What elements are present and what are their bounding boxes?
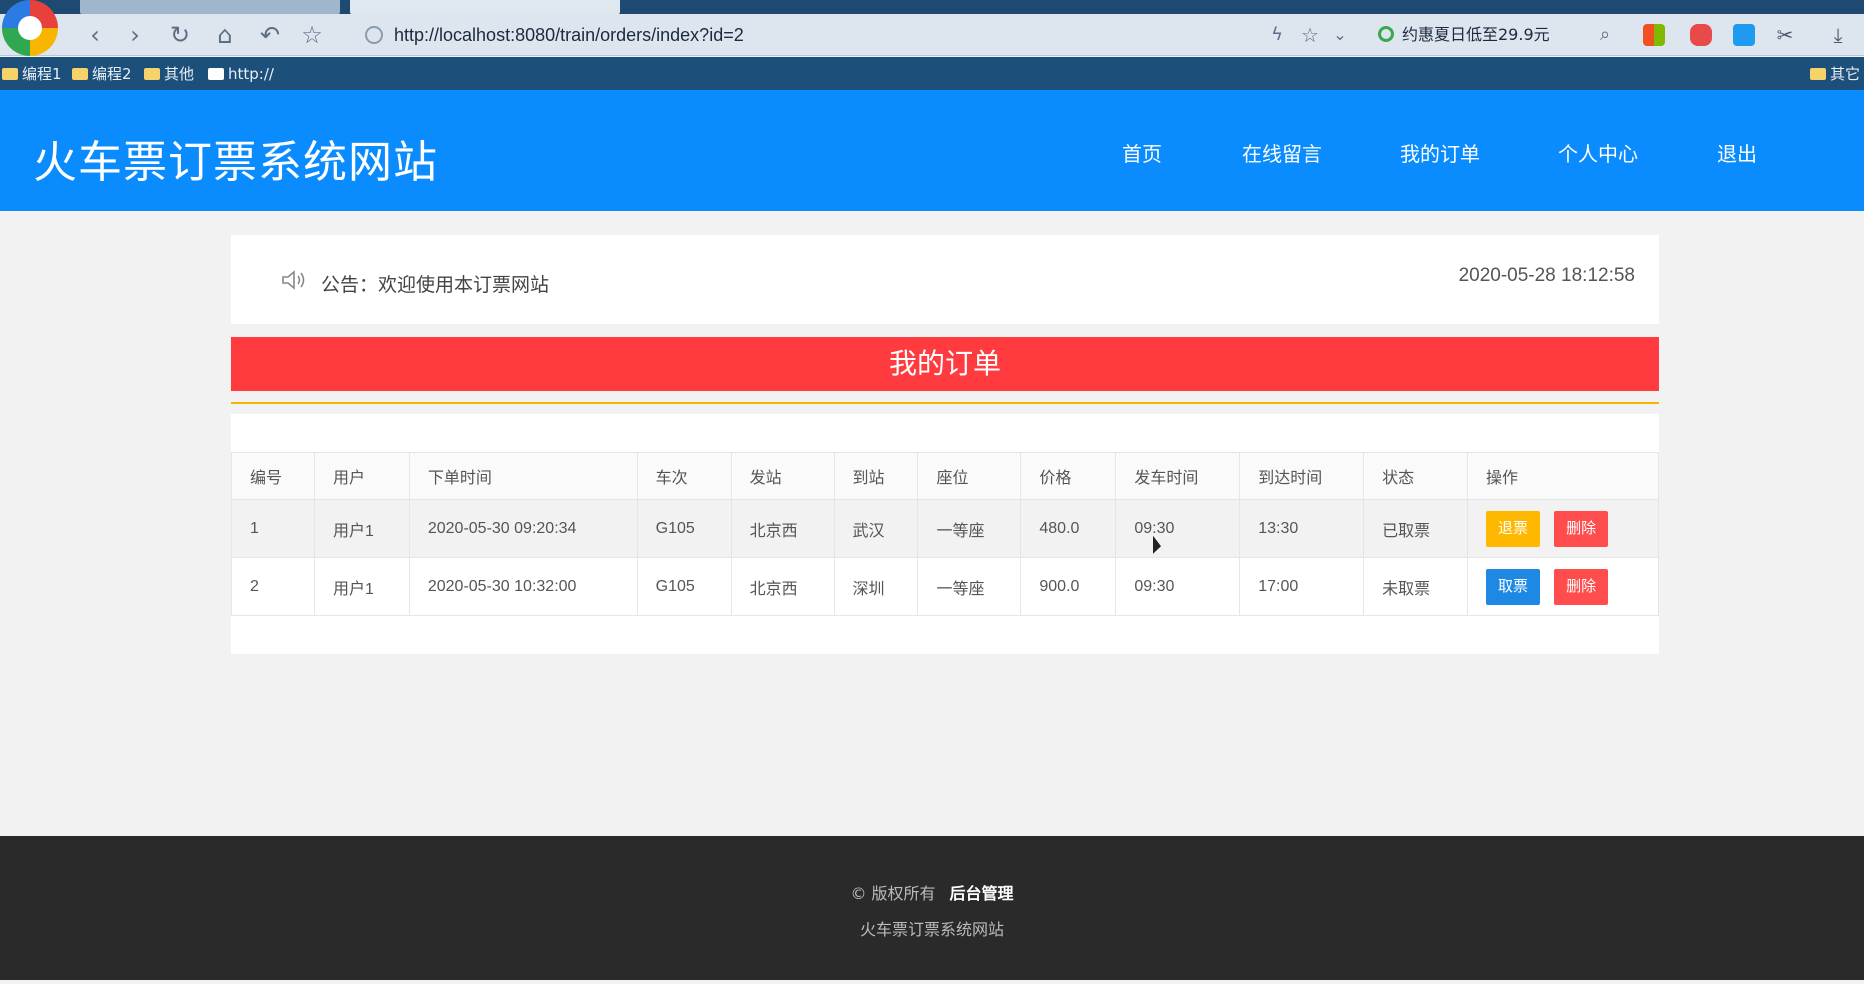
notice-datetime: 2020-05-28 18:12:58: [1458, 265, 1635, 286]
download-icon[interactable]: ⤓: [1823, 20, 1853, 50]
col-price: 价格: [1020, 452, 1117, 500]
bookmark-folder-1[interactable]: 编程1: [0, 63, 62, 85]
orders-panel: 编号 用户 下单时间 车次 发站 到站 座位 价格 发车时间 到达时间 状态 操…: [231, 414, 1659, 654]
refresh-icon[interactable]: ↻: [165, 20, 195, 50]
cell-user: 用户1: [313, 557, 410, 616]
bookmark-star-icon[interactable]: ☆: [297, 20, 327, 50]
footer-copyright-line: © 版权所有 后台管理: [0, 880, 1864, 904]
col-from: 发站: [730, 452, 835, 500]
col-status: 状态: [1363, 452, 1469, 500]
cell-from: 北京西: [730, 499, 835, 558]
bookmark-folder-3[interactable]: 其他: [142, 63, 194, 85]
col-user: 用户: [313, 452, 410, 500]
speaker-icon: [282, 270, 305, 290]
bottom-strip: [0, 980, 1864, 984]
flash-icon[interactable]: ϟ: [1262, 20, 1292, 50]
cell-id: 2: [231, 557, 315, 616]
extension-icon[interactable]: [1733, 24, 1755, 46]
promo-text[interactable]: 约惠夏日低至29.9元: [1402, 20, 1550, 50]
browser-tab-2[interactable]: [350, 0, 620, 14]
nav-profile[interactable]: 个人中心: [1558, 138, 1638, 167]
cell-order-time: 2020-05-30 10:32:00: [408, 557, 638, 616]
orders-title: 我的订单: [231, 337, 1659, 391]
divider: [231, 402, 1659, 404]
cell-price: 900.0: [1020, 557, 1117, 616]
table-row: 1 用户1 2020-05-30 09:20:34 G105 北京西 武汉 一等…: [231, 499, 1659, 558]
security-icon: [365, 26, 383, 44]
cell-train: G105: [636, 557, 732, 616]
col-seat: 座位: [917, 452, 1022, 500]
refund-button[interactable]: 退票: [1486, 510, 1541, 547]
col-depart: 发车时间: [1115, 452, 1241, 500]
apps-icon[interactable]: [1643, 24, 1665, 46]
nav-messages[interactable]: 在线留言: [1242, 138, 1322, 167]
delete-button[interactable]: 删除: [1554, 568, 1609, 605]
cell-order-time: 2020-05-30 09:20:34: [408, 499, 638, 558]
scissors-icon[interactable]: ✂: [1770, 20, 1800, 50]
browser-toolbar: ‹ › ↻ ⌂ ↶ ☆ http://localhost:8080/train/…: [0, 14, 1864, 56]
bookmark-page[interactable]: http://: [206, 63, 274, 85]
cell-status: 已取票: [1363, 499, 1469, 558]
cell-to: 武汉: [833, 499, 919, 558]
cell-actions: 退票 删除: [1467, 499, 1659, 558]
cell-from: 北京西: [730, 557, 835, 616]
cell-to: 深圳: [833, 557, 919, 616]
cell-seat: 一等座: [917, 499, 1022, 558]
footer-site-name: 火车票订票系统网站: [859, 920, 1004, 939]
col-train: 车次: [636, 452, 732, 500]
notice-card: 公告：欢迎使用本订票网站 2020-05-28 18:12:58: [231, 235, 1659, 324]
browser-tabstrip: [0, 0, 1864, 14]
nav-home[interactable]: 首页: [1122, 138, 1162, 167]
site-title: 火车票订票系统网站: [33, 137, 438, 188]
home-icon[interactable]: ⌂: [210, 20, 240, 50]
cell-user: 用户1: [313, 499, 410, 558]
browser-logo-icon: [2, 0, 58, 56]
cell-arrive: 13:30: [1239, 499, 1365, 558]
browser-tab-1[interactable]: [80, 0, 340, 14]
nav-my-orders[interactable]: 我的订单: [1400, 138, 1480, 167]
cell-train: G105: [636, 499, 732, 558]
site-header: 火车票订票系统网站 首页 在线留言 我的订单 个人中心 退出: [0, 90, 1864, 211]
admin-link[interactable]: 后台管理: [950, 884, 1014, 903]
url-bar[interactable]: http://localhost:8080/train/orders/index…: [394, 20, 1294, 50]
orders-table: 编号 用户 下单时间 车次 发站 到站 座位 价格 发车时间 到达时间 状态 操…: [231, 452, 1659, 616]
col-to: 到站: [833, 452, 919, 500]
collect-ticket-button[interactable]: 取票: [1486, 568, 1541, 605]
cell-actions: 取票 删除: [1467, 557, 1659, 616]
col-arrive: 到达时间: [1239, 452, 1365, 500]
chevron-down-icon[interactable]: ⌄: [1325, 20, 1355, 50]
search-icon[interactable]: ⌕: [1590, 20, 1620, 50]
delete-button[interactable]: 删除: [1554, 510, 1609, 547]
site-footer: © 版权所有 后台管理 火车票订票系统网站: [0, 836, 1864, 980]
bookmark-folder-2[interactable]: 编程2: [70, 63, 132, 85]
favorite-icon[interactable]: ☆: [1295, 20, 1325, 50]
table-header-row: 编号 用户 下单时间 车次 发站 到站 座位 价格 发车时间 到达时间 状态 操…: [231, 452, 1659, 500]
cell-arrive: 17:00: [1239, 557, 1365, 616]
col-actions: 操作: [1467, 452, 1659, 500]
bookmark-folder-right[interactable]: 其它: [1808, 63, 1860, 85]
col-id: 编号: [231, 452, 315, 500]
cell-price: 480.0: [1020, 499, 1117, 558]
col-order-time: 下单时间: [408, 452, 638, 500]
table-row: 2 用户1 2020-05-30 10:32:00 G105 北京西 深圳 一等…: [231, 557, 1659, 616]
cell-seat: 一等座: [917, 557, 1022, 616]
copyright-text: © 版权所有: [850, 884, 936, 903]
mouse-cursor-icon: [1153, 535, 1161, 559]
back-icon[interactable]: ‹: [80, 20, 110, 50]
notice-text: 公告：欢迎使用本订票网站: [321, 274, 550, 296]
forward-icon[interactable]: ›: [120, 20, 150, 50]
cell-status: 未取票: [1363, 557, 1469, 616]
nav-logout[interactable]: 退出: [1717, 138, 1757, 167]
game-icon[interactable]: [1690, 24, 1712, 46]
undo-icon[interactable]: ↶: [255, 20, 285, 50]
bookmarks-bar: 编程1 编程2 其他 http:// 其它: [0, 57, 1864, 90]
cell-id: 1: [231, 499, 315, 558]
cell-depart: 09:30: [1115, 499, 1241, 558]
promo-icon: [1378, 26, 1394, 42]
cell-depart: 09:30: [1115, 557, 1241, 616]
